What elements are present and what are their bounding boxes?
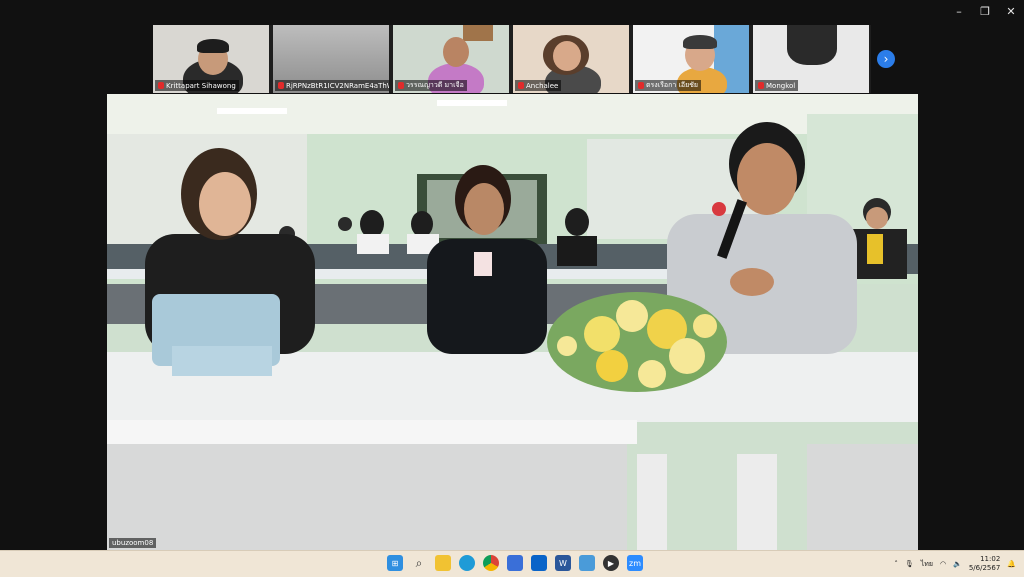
mic-muted-icon bbox=[158, 82, 164, 89]
participant-name: RjRPNzBtR1ICV2NRamE4aThWS... bbox=[275, 80, 389, 91]
mic-muted-icon bbox=[638, 82, 644, 89]
participant-name: Krittapart Sihawong bbox=[155, 80, 239, 91]
meeting-room-video-frame bbox=[107, 94, 918, 550]
participant-name: Mongkol bbox=[755, 80, 799, 91]
taskbar-apps: ⊞ ⌕ W ▶ zm bbox=[387, 555, 643, 571]
microphone-icon[interactable]: 🎙 bbox=[905, 560, 914, 568]
mic-muted-icon bbox=[518, 82, 524, 89]
participant-tile[interactable]: Anchalee bbox=[513, 25, 629, 93]
participant-tile[interactable]: ตรงเรือกา เอียชัย bbox=[633, 25, 749, 93]
main-video[interactable]: ubuzoom08 bbox=[107, 94, 918, 550]
windows-start-icon[interactable]: ⊞ bbox=[387, 555, 403, 571]
volume-icon[interactable]: 🔈 bbox=[953, 560, 962, 568]
word-icon[interactable]: W bbox=[555, 555, 571, 571]
participant-tile[interactable]: Krittapart Sihawong bbox=[153, 25, 269, 93]
participant-tile[interactable]: Mongkol bbox=[753, 25, 869, 93]
system-tray: ˄ 🎙 ไทย ◠ 🔈 11:02 5/6/2567 🔔 bbox=[894, 551, 1016, 577]
language-indicator[interactable]: ไทย bbox=[921, 559, 933, 570]
search-icon[interactable]: ⌕ bbox=[411, 555, 427, 571]
video-owner-label: ubuzoom08 bbox=[109, 538, 157, 548]
clock-date: 5/6/2567 bbox=[968, 564, 1001, 572]
media-player-icon[interactable]: ▶ bbox=[603, 555, 619, 571]
chevron-up-icon[interactable]: ˄ bbox=[894, 560, 898, 568]
clock[interactable]: 11:02 5/6/2567 bbox=[969, 555, 1000, 573]
participant-name: Anchalee bbox=[515, 80, 562, 91]
wifi-icon[interactable]: ◠ bbox=[940, 560, 946, 568]
zoom-icon[interactable]: zm bbox=[627, 555, 643, 571]
outlook-icon[interactable] bbox=[531, 555, 547, 571]
participant-name: วรรณญาวดี มาเจือ bbox=[395, 80, 467, 91]
taskbar: ⊞ ⌕ W ▶ zm ˄ 🎙 ไทย ◠ 🔈 11:02 5/6/2567 🔔 bbox=[0, 550, 1024, 577]
mic-muted-icon bbox=[278, 82, 284, 89]
participant-tile[interactable]: RjRPNzBtR1ICV2NRamE4aThWS... bbox=[273, 25, 389, 93]
store-icon[interactable] bbox=[507, 555, 523, 571]
chrome-icon[interactable] bbox=[483, 555, 499, 571]
file-explorer-icon[interactable] bbox=[435, 555, 451, 571]
participant-name: ตรงเรือกา เอียชัย bbox=[635, 80, 702, 91]
clock-time: 11:02 bbox=[980, 555, 1001, 563]
participant-tile[interactable]: วรรณญาวดี มาเจือ bbox=[393, 25, 509, 93]
minimize-button[interactable]: – bbox=[946, 0, 972, 22]
window-controls: – ❐ ✕ bbox=[946, 0, 1024, 22]
mic-muted-icon bbox=[758, 82, 764, 89]
edge-icon[interactable] bbox=[459, 555, 475, 571]
restore-button[interactable]: ❐ bbox=[972, 0, 998, 22]
notification-bell-icon[interactable]: 🔔 bbox=[1007, 560, 1016, 568]
participant-strip: Krittapart Sihawong RjRPNzBtR1ICV2NRamE4… bbox=[153, 25, 871, 93]
photos-icon[interactable] bbox=[579, 555, 595, 571]
mic-muted-icon bbox=[398, 82, 404, 89]
next-page-chevron-icon[interactable]: › bbox=[877, 50, 895, 68]
close-button[interactable]: ✕ bbox=[998, 0, 1024, 22]
